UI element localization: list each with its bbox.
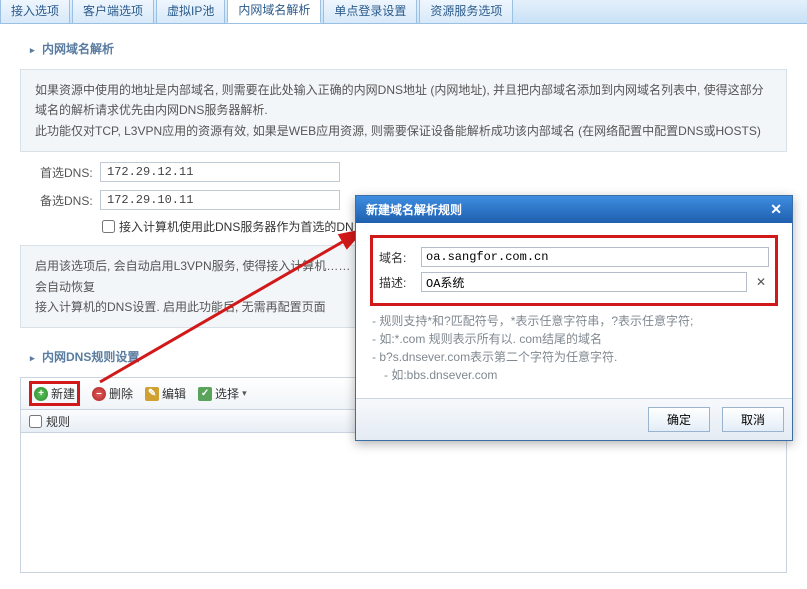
info-line-2: 此功能仅对TCP, L3VPN应用的资源有效, 如果是WEB应用资源, 则需要保…	[35, 121, 772, 141]
tab-virtual-ip-pool[interactable]: 虚拟IP池	[156, 0, 225, 23]
hint-line-4: 如:bbs.dnsever.com	[384, 366, 778, 384]
tab-sso-settings[interactable]: 单点登录设置	[323, 0, 417, 23]
hint-line-3: b?s.dnsever.com表示第二个字符为任意字符.	[372, 348, 778, 366]
new-rule-dialog: 新建域名解析规则 ✕ 域名: 描述: ✕ 规则支持*和?匹配符号，*表示任意字符…	[355, 195, 793, 441]
ok-button[interactable]: 确定	[648, 407, 710, 432]
new-button-label: 新建	[51, 385, 75, 402]
use-dns-as-primary-checkbox[interactable]	[102, 220, 115, 233]
clear-icon[interactable]: ✕	[753, 275, 769, 289]
delete-icon: –	[92, 387, 106, 401]
rules-table-body	[20, 433, 787, 573]
tab-bar: 接入选项 客户端选项 虚拟IP池 内网域名解析 单点登录设置 资源服务选项	[0, 0, 807, 24]
close-icon[interactable]: ✕	[770, 201, 782, 218]
backup-dns-label: 备选DNS:	[40, 192, 100, 209]
domain-input[interactable]	[421, 247, 769, 267]
delete-button[interactable]: – 删除	[92, 385, 133, 402]
desc-label: 描述:	[379, 274, 415, 291]
add-icon: +	[34, 387, 48, 401]
select-icon: ✓	[198, 387, 212, 401]
select-all-checkbox[interactable]	[29, 415, 42, 428]
edit-icon: ✎	[145, 387, 159, 401]
tab-resource-service-options[interactable]: 资源服务选项	[419, 0, 513, 23]
cancel-button[interactable]: 取消	[722, 407, 784, 432]
tab-access-options[interactable]: 接入选项	[0, 0, 70, 23]
primary-dns-label: 首选DNS:	[40, 164, 100, 181]
info-line-1: 如果资源中使用的地址是内部域名, 则需要在此处输入正确的内网DNS地址 (内网地…	[35, 80, 772, 121]
new-button[interactable]: + 新建	[34, 385, 75, 402]
use-dns-as-primary-label: 接入计算机使用此DNS服务器作为首选的DN	[119, 218, 354, 235]
delete-button-label: 删除	[109, 385, 133, 402]
hint-line-1: 规则支持*和?匹配符号，*表示任意字符串，?表示任意字符;	[372, 312, 778, 330]
primary-dns-input[interactable]	[100, 162, 340, 182]
info-box: 如果资源中使用的地址是内部域名, 则需要在此处输入正确的内网DNS地址 (内网地…	[20, 69, 787, 152]
desc-input[interactable]	[421, 272, 747, 292]
column-rule: 规则	[46, 413, 70, 430]
domain-label: 域名:	[379, 249, 415, 266]
hint-line-2: 如:*.com 规则表示所有以. com结尾的域名	[372, 330, 778, 348]
backup-dns-input[interactable]	[100, 190, 340, 210]
edit-button[interactable]: ✎ 编辑	[145, 385, 186, 402]
edit-button-label: 编辑	[162, 385, 186, 402]
select-button[interactable]: ✓ 选择 ▾	[198, 385, 247, 402]
select-button-label: 选择	[215, 385, 239, 402]
tab-intranet-dns[interactable]: 内网域名解析	[227, 0, 321, 23]
dialog-hints: 规则支持*和?匹配符号，*表示任意字符串，?表示任意字符; 如:*.com 规则…	[372, 312, 778, 384]
dialog-title: 新建域名解析规则	[366, 201, 462, 218]
tab-client-options[interactable]: 客户端选项	[72, 0, 154, 23]
chevron-down-icon: ▾	[242, 388, 247, 399]
section-title-dns-resolve: 内网域名解析	[30, 40, 787, 57]
